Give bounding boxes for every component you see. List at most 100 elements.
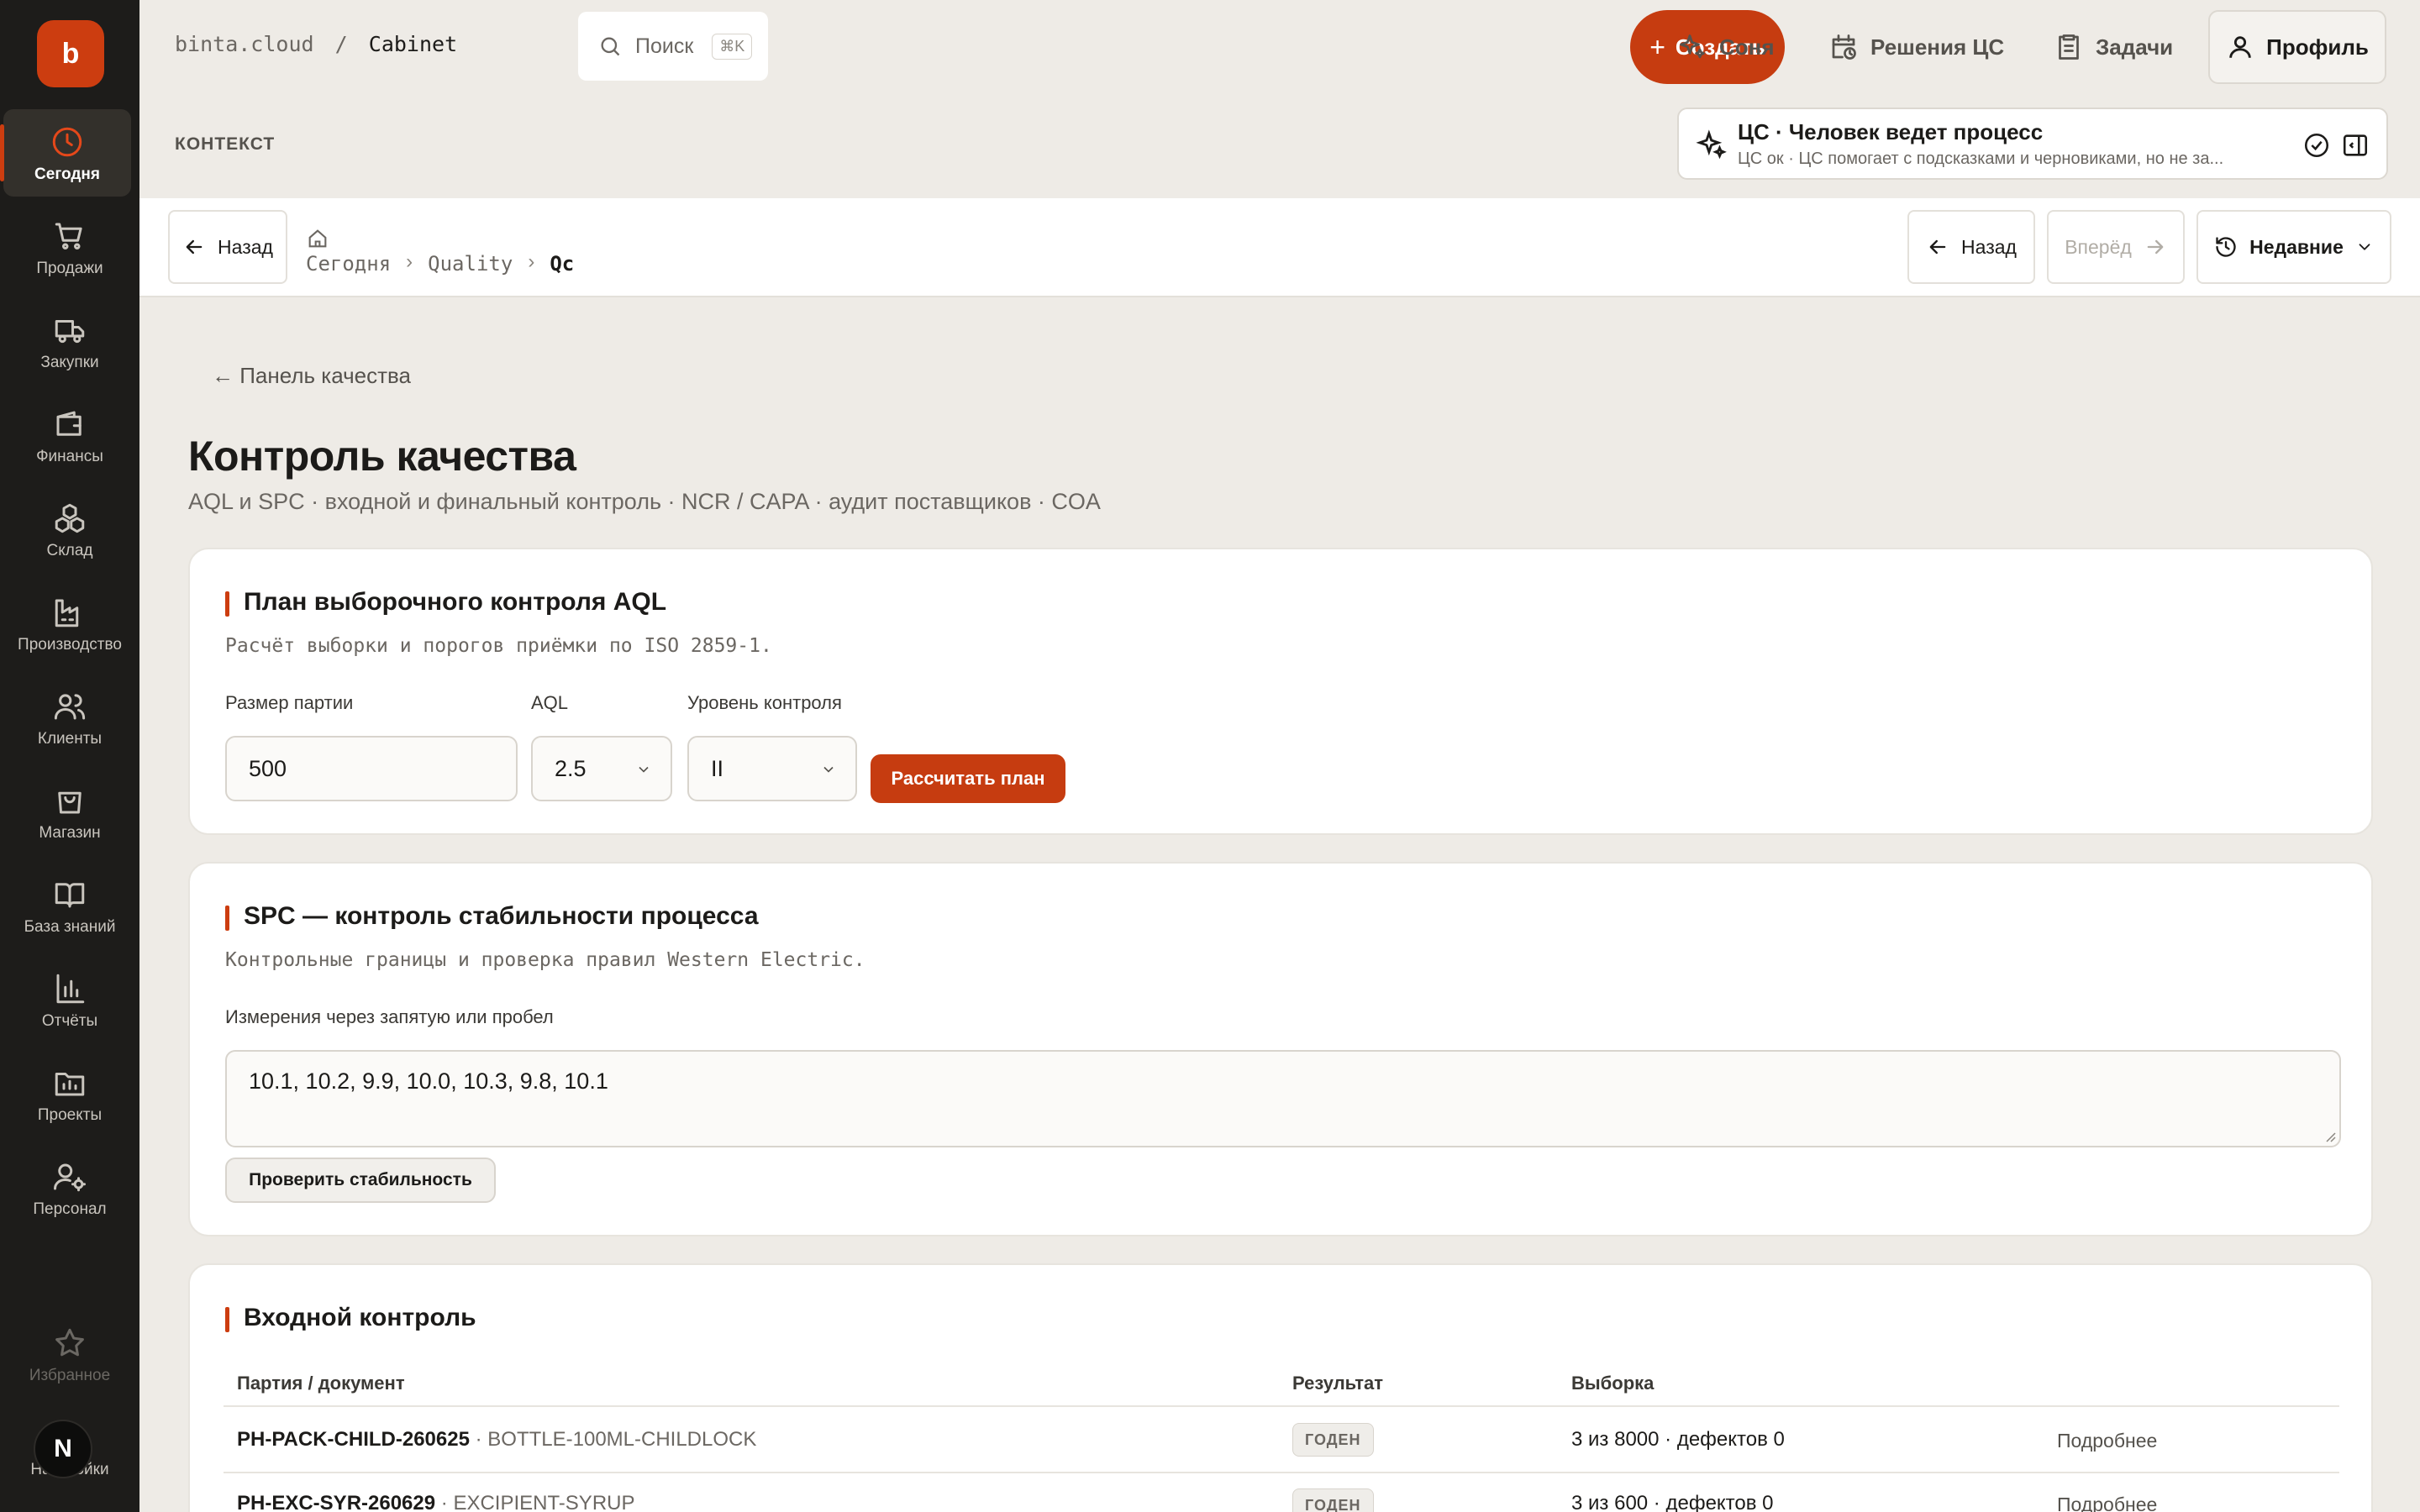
lot-size-input[interactable]: 500 [225,736,518,801]
clock-icon [52,127,82,157]
workspace-breadcrumb: binta.cloud / Cabinet [175,32,458,56]
chevron-right-icon: › [528,250,535,273]
user-icon [2229,36,2251,58]
decisions-link[interactable]: Решения ЦС [1828,30,2004,64]
sidebar-item-label: Отчёты [41,1012,98,1030]
users-icon [54,694,86,720]
history-icon [2216,237,2236,257]
sidebar-item-production[interactable]: Производство [0,580,139,667]
avatar[interactable]: N [34,1420,92,1478]
sidebar-item-projects[interactable]: Проекты [0,1050,139,1137]
status-badge: ГОДЕН [1292,1423,1374,1457]
star-icon [55,1328,84,1357]
back-button[interactable]: Назад [168,210,287,284]
boxes-icon [55,503,85,533]
user-gear-icon [54,1163,86,1192]
history-back-button[interactable]: Назад [1907,210,2035,284]
quality-dashboard-link[interactable]: ← Панель качества [212,363,411,389]
breadcrumb-current: Qc [550,252,575,276]
sidebar-item-purchases[interactable]: Закупки [0,297,139,385]
card-description: Расчёт выборки и порогов приёмки по ISO … [225,635,772,657]
check-stability-button[interactable]: Проверить стабильность [225,1158,496,1203]
table-row-batch[interactable]: PH-EXC-SYR-260629 · EXCIPIENT-SYRUP [237,1492,634,1512]
card-title: План выборочного контроля AQL [225,588,666,617]
context-label: КОНТЕКСТ [175,134,276,154]
profile-button[interactable]: Профиль [2208,10,2386,84]
sidebar-item-label: Клиенты [37,730,103,748]
arrow-left-icon [186,239,203,255]
sidebar-item-knowledge[interactable]: База знаний [0,862,139,949]
bar-chart-icon [56,974,85,1004]
page-title: Контроль качества [188,433,576,480]
sidebar: b Сегодня Продажи Закупки Финансы Склад … [0,0,139,1512]
section-label[interactable]: Cabinet [369,32,457,56]
sidebar-item-reports[interactable]: Отчёты [0,956,139,1043]
measurements-textarea[interactable]: 10.1, 10.2, 9.9, 10.0, 10.3, 9.8, 10.1 [225,1050,2341,1147]
aql-label: AQL [531,692,569,713]
sidebar-item-label: Проекты [37,1106,103,1124]
details-link[interactable]: Подробнее [2057,1430,2157,1452]
sparkle-icon [1680,34,1705,59]
sidebar-item-finance[interactable]: Финансы [0,391,139,479]
ai-status-subtitle: ЦС ок · ЦС помогает с подсказками и черн… [1738,150,2224,168]
table-divider [224,1472,2339,1473]
check-circle-icon[interactable] [2302,131,2331,160]
sidebar-item-staff[interactable]: Персонал [0,1144,139,1231]
plus-icon: + [1649,31,1665,62]
app-logo[interactable]: b [37,20,104,87]
chevron-down-icon [639,766,649,773]
page-subtitle: AQL и SPC · входной и финальный контроль… [188,489,1101,514]
calendar-clock-icon [1832,34,1856,60]
folder-chart-icon [55,1073,85,1096]
sidebar-item-label: Финансы [36,448,103,465]
card-title: SPC — контроль стабильности процесса [225,902,759,931]
table-row-sample: 3 из 8000 · дефектов 0 [1571,1428,1785,1451]
arrow-left-icon [1929,239,1946,255]
domain-label[interactable]: binta.cloud [175,32,314,56]
details-link[interactable]: Подробнее [2057,1494,2157,1512]
home-icon [308,229,327,248]
sidebar-item-favorites[interactable]: Избранное [0,1310,139,1398]
tasks-link[interactable]: Задачи [2054,30,2173,64]
truck-icon [55,320,85,344]
inspection-level-label: Уровень контроля [687,692,842,713]
table-row-sample: 3 из 600 · дефектов 0 [1571,1492,1774,1512]
recent-dropdown[interactable]: Недавние [2196,210,2391,284]
search-button[interactable]: Поиск ⌘K [578,12,768,81]
breadcrumb-home[interactable]: Сегодня [306,227,391,276]
history-forward-button[interactable]: Вперёд [2047,210,2185,284]
table-row-batch[interactable]: PH-PACK-CHILD-260625 · BOTTLE-100ML-CHIL… [237,1428,756,1452]
resize-grip-icon[interactable] [2324,1131,2336,1142]
panel-toggle-icon[interactable] [2341,131,2370,160]
table-divider [224,1405,2339,1407]
breadcrumb-quality[interactable]: Quality [428,252,513,276]
sidebar-item-label: Сегодня [34,165,100,183]
aql-select[interactable]: 2.5 [531,736,672,801]
book-icon [55,883,85,908]
assistant-link[interactable]: Соня [1677,30,1775,64]
sidebar-item-sales[interactable]: Продажи [0,203,139,291]
top-bar: binta.cloud / Cabinet Поиск ⌘K + Создать… [139,0,2420,198]
sidebar-item-clients[interactable]: Клиенты [0,674,139,761]
sidebar-item-label: Персонал [33,1200,107,1218]
search-icon [601,37,620,56]
search-shortcut: ⌘K [712,33,753,60]
lot-size-label: Размер партии [225,692,354,713]
inspection-level-select[interactable]: II [687,736,857,801]
arrow-left-icon: ← [212,363,234,388]
sidebar-item-warehouse[interactable]: Склад [0,486,139,573]
chevron-right-icon: › [406,250,413,273]
sidebar-item-today[interactable]: Сегодня [0,109,131,197]
card-description: Контрольные границы и проверка правил We… [225,949,865,971]
chevron-down-icon [823,766,834,773]
breadcrumb: Сегодня › Quality › Qc [306,217,574,276]
ai-status-panel[interactable]: ЦС · Человек ведет процесс ЦС ок · ЦС по… [1677,108,2388,180]
incoming-control-card: Входной контроль [188,1263,2373,1512]
column-header-result: Результат [1292,1373,1384,1394]
card-title: Входной контроль [225,1304,476,1332]
sparkle-icon [1696,129,1727,160]
sidebar-item-shop[interactable]: Магазин [0,768,139,855]
sidebar-item-label: База знаний [24,918,116,936]
calculate-plan-button[interactable]: Рассчитать план [871,754,1065,803]
navigation-bar: Назад Сегодня › Quality › Qc Назад Вперё… [139,198,2420,297]
